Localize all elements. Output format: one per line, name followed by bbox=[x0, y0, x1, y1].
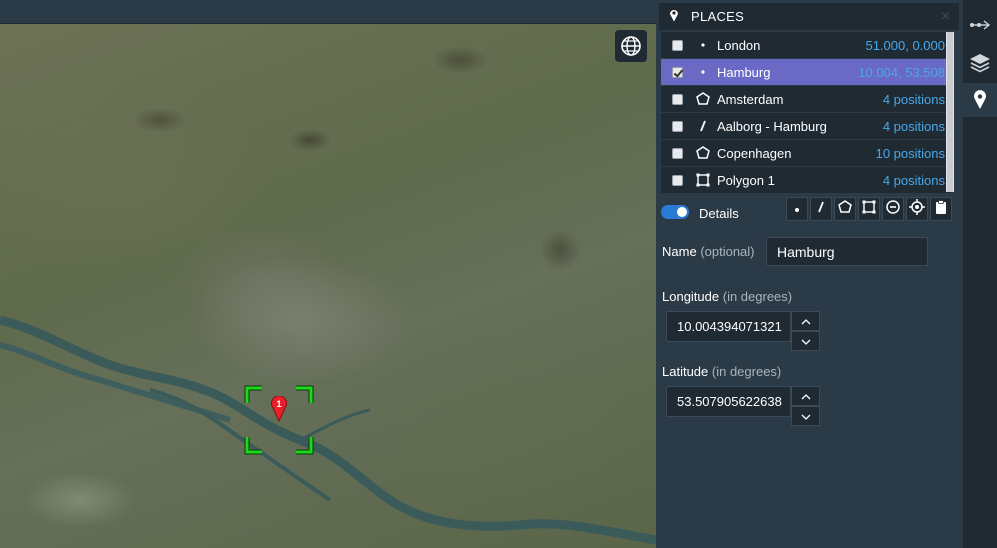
add-line-button[interactable] bbox=[810, 197, 832, 221]
places-title: PLACES bbox=[691, 9, 745, 24]
checkbox[interactable] bbox=[672, 120, 683, 132]
name-label: Name (optional) bbox=[662, 244, 755, 259]
name-hint: (optional) bbox=[700, 244, 755, 259]
map-marker-icon[interactable]: 1 bbox=[270, 396, 288, 422]
longitude-label-text: Longitude bbox=[662, 289, 720, 304]
clipboard-button[interactable] bbox=[930, 197, 952, 221]
globe-icon bbox=[621, 36, 641, 56]
latitude-input[interactable] bbox=[666, 386, 791, 417]
checkbox[interactable] bbox=[672, 147, 683, 159]
latitude-decrement-button[interactable] bbox=[791, 406, 820, 426]
places-list: London 51.000, 0.000 Hamburg 10.004, 53.… bbox=[661, 32, 951, 194]
remove-button[interactable] bbox=[882, 197, 904, 221]
longitude-input[interactable] bbox=[666, 311, 791, 342]
chevron-up-icon bbox=[801, 312, 811, 330]
rectangle-icon bbox=[695, 172, 711, 188]
place-name: London bbox=[717, 37, 761, 53]
locate-button[interactable] bbox=[906, 197, 928, 221]
place-value: 4 positions bbox=[882, 118, 945, 134]
polygon-icon bbox=[838, 199, 852, 219]
river-elbe bbox=[0, 315, 656, 545]
minus-circle-icon bbox=[886, 199, 900, 219]
list-item-aalborg-hamburg[interactable]: Aalborg - Hamburg 4 positions bbox=[661, 113, 951, 140]
list-item-london[interactable]: London 51.000, 0.000 bbox=[661, 32, 951, 59]
place-pin-icon bbox=[669, 8, 679, 25]
chevron-down-icon bbox=[801, 332, 811, 350]
rectangle-icon bbox=[862, 200, 876, 219]
latitude-label-text: Latitude bbox=[662, 364, 709, 379]
layers-icon bbox=[970, 54, 990, 73]
list-item-copenhagen[interactable]: Copenhagen 10 positions bbox=[661, 140, 951, 167]
point-icon bbox=[695, 37, 711, 53]
latitude-stepper bbox=[666, 386, 821, 426]
latitude-increment-button[interactable] bbox=[791, 386, 820, 406]
scrollbar-thumb[interactable] bbox=[947, 32, 953, 192]
crosshair-icon bbox=[909, 198, 925, 220]
places-panel: PLACES ✕ London 51.000, 0.000 Hamburg 10… bbox=[656, 0, 963, 548]
name-input[interactable] bbox=[766, 237, 928, 266]
polygon-icon bbox=[695, 91, 711, 107]
place-value: 10 positions bbox=[875, 145, 945, 161]
longitude-spin bbox=[791, 311, 820, 351]
map-view[interactable]: 1 bbox=[0, 0, 656, 548]
place-name: Aalborg - Hamburg bbox=[717, 118, 827, 134]
longitude-decrement-button[interactable] bbox=[791, 331, 820, 351]
latitude-spin bbox=[791, 386, 820, 426]
close-icon[interactable]: ✕ bbox=[941, 9, 951, 23]
checkbox[interactable] bbox=[672, 174, 683, 186]
layers-button[interactable] bbox=[963, 46, 997, 80]
line-icon bbox=[814, 200, 828, 219]
longitude-stepper bbox=[666, 311, 821, 351]
chevron-down-icon bbox=[801, 407, 811, 425]
place-name: Amsterdam bbox=[717, 91, 784, 107]
place-value: 4 positions bbox=[882, 91, 945, 107]
chevron-up-icon bbox=[801, 387, 811, 405]
checkbox[interactable] bbox=[672, 39, 683, 51]
details-toggle[interactable] bbox=[661, 205, 689, 219]
add-polygon-button[interactable] bbox=[834, 197, 856, 221]
place-name: Hamburg bbox=[717, 64, 771, 80]
list-item-hamburg[interactable]: Hamburg 10.004, 53.508 bbox=[661, 59, 951, 86]
globe-button[interactable] bbox=[615, 30, 647, 62]
add-point-button[interactable] bbox=[786, 197, 808, 221]
checkbox[interactable] bbox=[672, 66, 683, 78]
point-icon bbox=[695, 64, 711, 80]
name-label-text: Name bbox=[662, 244, 697, 259]
place-pin-icon bbox=[974, 90, 986, 109]
details-row: Details bbox=[661, 197, 958, 227]
place-value: 51.000, 0.000 bbox=[865, 37, 945, 53]
place-name: Polygon 1 bbox=[717, 172, 775, 188]
route-icon bbox=[970, 20, 991, 30]
route-button[interactable] bbox=[963, 8, 997, 42]
details-label: Details bbox=[699, 206, 739, 221]
list-item-polygon-1[interactable]: Polygon 1 4 positions bbox=[661, 167, 951, 194]
polygon-icon bbox=[695, 145, 711, 161]
latitude-label: Latitude (in degrees) bbox=[662, 364, 781, 379]
line-icon bbox=[695, 118, 711, 134]
right-sidebar bbox=[963, 0, 997, 548]
longitude-hint: (in degrees) bbox=[722, 289, 793, 304]
place-value: 10.004, 53.508 bbox=[858, 64, 945, 80]
checkbox[interactable] bbox=[672, 93, 683, 105]
places-button[interactable] bbox=[963, 83, 997, 117]
place-value: 4 positions bbox=[882, 172, 945, 188]
clipboard-icon bbox=[935, 199, 947, 219]
place-name: Copenhagen bbox=[717, 145, 792, 161]
places-header: PLACES ✕ bbox=[659, 3, 959, 30]
list-scrollbar[interactable] bbox=[946, 32, 954, 192]
map-marker-label: 1 bbox=[276, 399, 281, 409]
list-item-amsterdam[interactable]: Amsterdam 4 positions bbox=[661, 86, 951, 113]
point-icon bbox=[794, 200, 800, 218]
drawing-toolbar bbox=[786, 197, 952, 221]
longitude-label: Longitude (in degrees) bbox=[662, 289, 792, 304]
latitude-hint: (in degrees) bbox=[711, 364, 782, 379]
add-rectangle-button[interactable] bbox=[858, 197, 880, 221]
longitude-increment-button[interactable] bbox=[791, 311, 820, 331]
